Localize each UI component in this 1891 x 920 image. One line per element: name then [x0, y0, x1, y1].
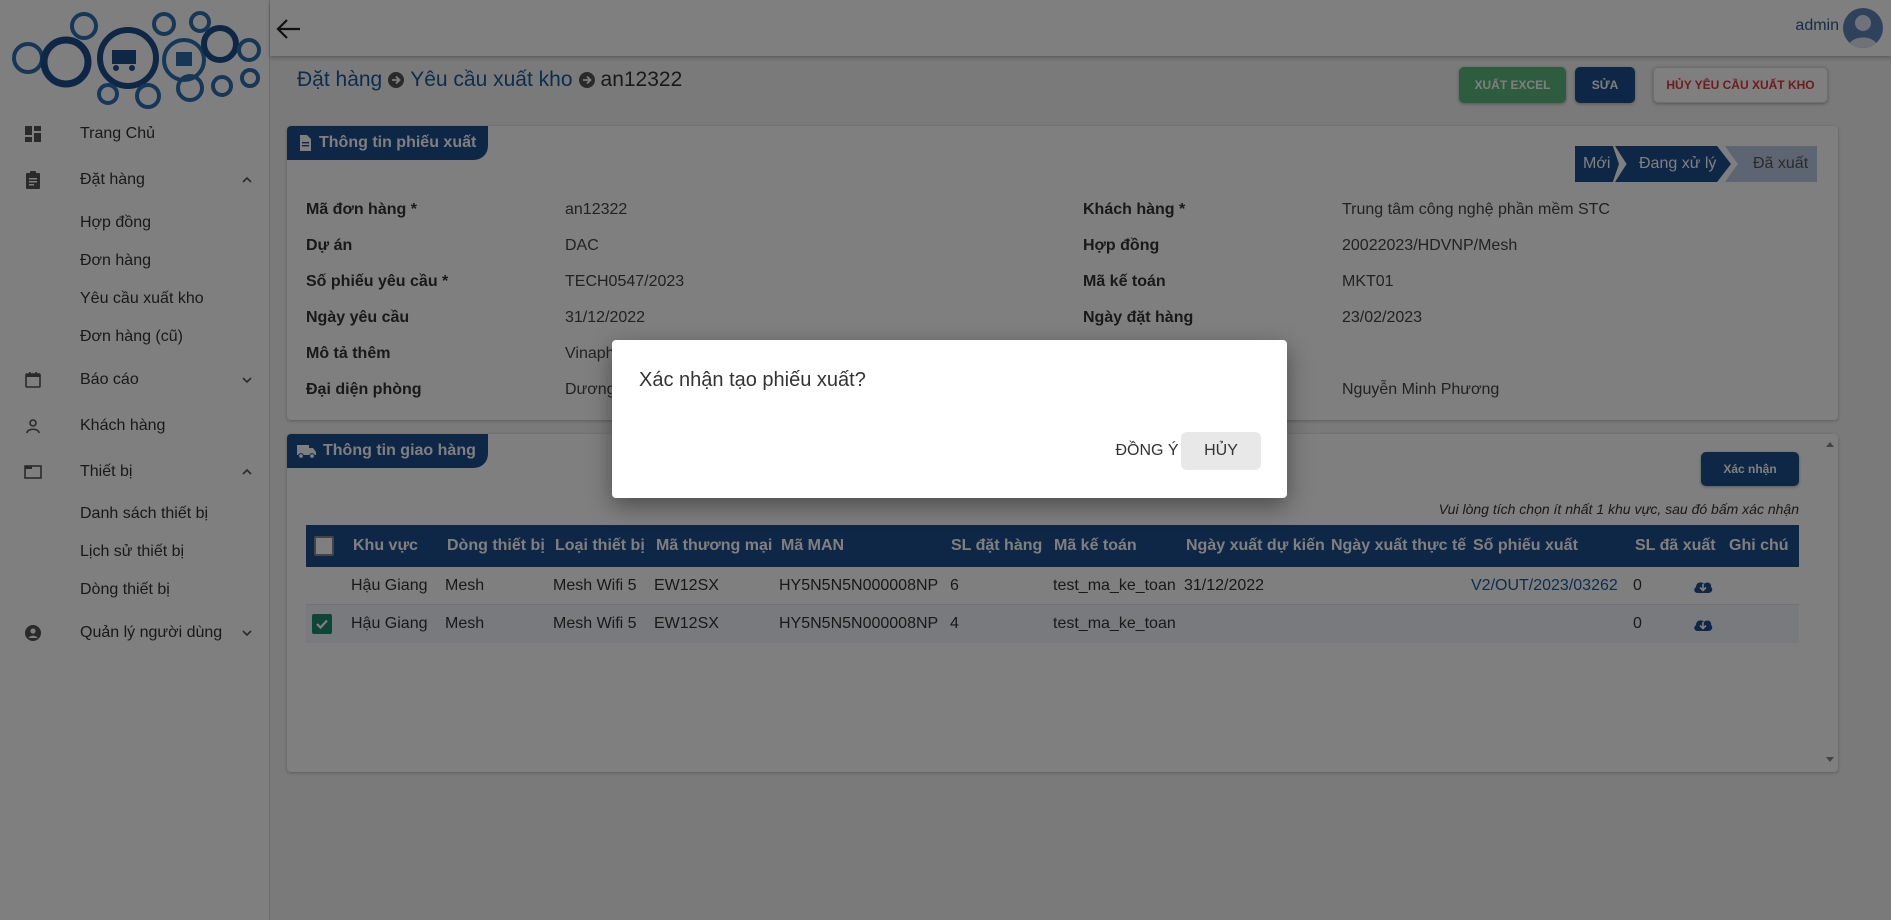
- dialog-cancel-button[interactable]: Hủy: [1181, 432, 1261, 470]
- dialog-title: Xác nhận tạo phiếu xuất?: [639, 369, 866, 391]
- confirm-dialog: Xác nhận tạo phiếu xuất? Đồng ý Hủy: [612, 340, 1287, 498]
